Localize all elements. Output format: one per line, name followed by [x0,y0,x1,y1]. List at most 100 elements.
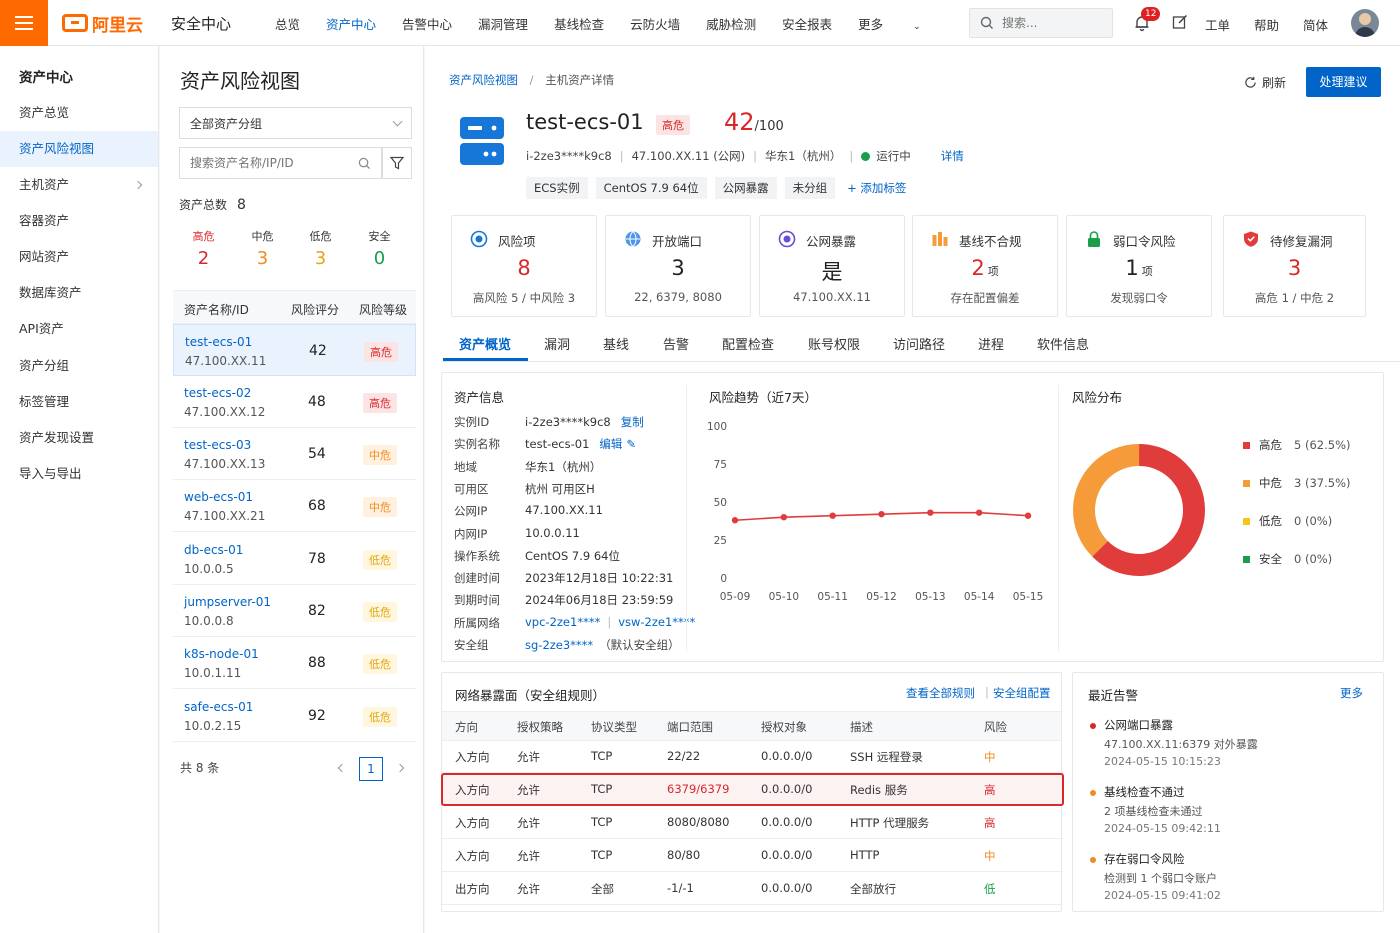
stat-card-2[interactable]: 公网暴露是 47.100.XX.11 [759,215,905,317]
nav-asset-center[interactable]: 资产中心 [326,14,376,33]
legend-item[interactable]: 中危 3 (37.5%) [1243,475,1350,491]
global-search-input[interactable] [1002,16,1097,30]
ticket-link[interactable]: 工单 [1205,15,1230,34]
tab-vulns[interactable]: 漏洞 [544,334,570,353]
asset-row-name[interactable]: safe-ecs-01 [184,700,253,714]
asset-row-name[interactable]: db-ecs-01 [184,543,243,557]
legend-item[interactable]: 安全 0 (0%) [1243,551,1332,567]
summary-high[interactable]: 高危 2 [180,228,227,269]
sidebar-item-website-assets[interactable]: 网站资产 [0,239,158,275]
legend-item[interactable]: 低危 0 (0%) [1243,513,1332,529]
copy-id-link[interactable]: 复制 [621,415,644,429]
help-link[interactable]: 帮助 [1254,15,1279,34]
detail-link[interactable]: 详情 [941,148,964,164]
asset-row-name[interactable]: test-ecs-03 [184,438,251,452]
pencil-icon[interactable]: ✎ [626,437,636,451]
sidebar-item-asset-overview[interactable]: 资产总览 [0,95,158,131]
hamburger-menu-button[interactable] [0,0,48,46]
language-switch[interactable]: 简体 [1303,15,1328,34]
table-row[interactable]: jumpserver-01 10.0.0.8 82 低危 [173,585,416,637]
table-row[interactable]: test-ecs-03 47.100.XX.13 54 中危 [173,428,416,480]
stat-card-4[interactable]: 弱口令风险 1 项发现弱口令 [1066,215,1212,317]
table-row[interactable]: test-ecs-01 47.100.XX.11 42 高危 [173,324,416,376]
tag-public[interactable]: 公网暴露 [714,177,777,199]
tag-ungrouped[interactable]: 未分组 [784,177,836,199]
aliyun-logo[interactable]: 阿里云 [62,11,143,36]
tab-processes[interactable]: 进程 [978,334,1004,353]
trend-point[interactable] [878,510,885,518]
trend-point[interactable] [975,509,983,516]
alert-title[interactable]: 存在弱口令风险 [1104,851,1185,867]
search-icon[interactable] [358,157,371,170]
tab-software[interactable]: 软件信息 [1037,334,1089,353]
asset-row-name[interactable]: k8s-node-01 [184,647,259,661]
nav-cloud-firewall[interactable]: 云防火墙 [630,14,680,33]
table-row[interactable]: 入方向 允许 TCP 6379/6379 0.0.0.0/0 Redis 服务 高 [441,773,1064,806]
tab-config-check[interactable]: 配置检查 [722,334,774,353]
asset-row-name[interactable]: jumpserver-01 [184,595,271,609]
alert-title[interactable]: 公网端口暴露 [1104,717,1173,733]
trend-point[interactable] [780,514,788,521]
filter-button[interactable] [382,147,412,179]
asset-row-name[interactable]: test-ecs-01 [185,335,252,349]
edit-note-icon[interactable] [1172,14,1188,30]
trend-point[interactable] [731,517,739,524]
trend-point[interactable] [927,509,934,516]
view-all-rules-link[interactable]: 查看全部规则 [906,685,975,701]
summary-safe[interactable]: 安全 0 [356,228,403,269]
edit-name-link[interactable]: 编辑 [599,437,622,451]
page-1-button[interactable]: 1 [359,757,383,781]
trend-point[interactable] [1024,512,1032,519]
table-row[interactable]: safe-ecs-01 10.0.2.15 92 低危 [173,690,416,742]
sidebar-item-api-assets[interactable]: API资产 [0,311,158,347]
nav-overview[interactable]: 总览 [275,14,300,33]
tab-access-path[interactable]: 访问路径 [893,334,945,353]
remediation-button[interactable]: 处理建议 [1306,67,1381,97]
asset-row-name[interactable]: web-ecs-01 [184,490,253,504]
refresh-button[interactable]: 刷新 [1244,74,1286,91]
table-row[interactable]: 入方向 允许 TCP 80/80 0.0.0.0/0 HTTP 中 [442,840,1063,872]
legend-item[interactable]: 高危 5 (62.5%) [1243,437,1350,453]
alerts-more-link[interactable]: 更多 [1340,685,1363,701]
security-group-config-link[interactable]: 安全组配置 [993,685,1051,701]
sidebar-item-import-export[interactable]: 导入与导出 [0,456,158,492]
sidebar-item-db-assets[interactable]: 数据库资产 [0,275,158,311]
tag-ecs[interactable]: ECS实例 [526,177,588,199]
table-row[interactable]: 入方向 允许 TCP 8080/8080 0.0.0.0/0 HTTP 代理服务 高 [442,807,1063,839]
nav-vuln-mgmt[interactable]: 漏洞管理 [478,14,528,33]
stat-card-5[interactable]: 待修复漏洞 3 高危 1 / 中危 2 [1223,215,1366,317]
stat-card-0[interactable]: 风险项 8 高风险 5 / 中风险 3 [451,215,597,317]
stat-card-3[interactable]: 基线不合规 2 项存在配置偏差 [912,215,1058,317]
table-row[interactable]: k8s-node-01 10.0.1.11 88 低危 [173,637,416,689]
asset-group-select[interactable]: 全部资产分组 [179,107,412,139]
list-item[interactable]: 基线检查不通过 2 项基线检查未通过 2024-05-15 09:42:11 [1073,784,1383,844]
tab-account-perms[interactable]: 账号权限 [808,334,860,353]
sidebar-item-risk-view[interactable]: 资产风险视图 [0,131,158,167]
nav-security-report[interactable]: 安全报表 [782,14,832,33]
tag-os[interactable]: CentOS 7.9 64位 [595,177,707,199]
tab-alerts[interactable]: 告警 [663,334,689,353]
table-row[interactable]: web-ecs-01 47.100.XX.21 68 中危 [173,480,416,532]
table-row[interactable]: test-ecs-02 47.100.XX.12 48 高危 [173,376,416,428]
list-item[interactable]: 公网端口暴露 47.100.XX.11:6379 对外暴露 2024-05-15 1… [1073,717,1383,777]
sidebar-item-container-assets[interactable]: 容器资产 [0,203,158,239]
summary-low[interactable]: 低危 3 [297,228,344,269]
stat-card-1[interactable]: 开放端口 3 22, 6379, 8080 [605,215,751,317]
nav-threat-detect[interactable]: 威胁检测 [706,14,756,33]
table-row[interactable]: 入方向 允许 TCP 22/22 0.0.0.0/0 SSH 远程登录 中 [442,741,1063,773]
sidebar-item-asset-groups[interactable]: 资产分组 [0,348,158,384]
nav-alert-center[interactable]: 告警中心 [402,14,452,33]
trend-point[interactable] [829,512,836,519]
table-row[interactable]: 出方向 允许 全部 -1/-1 0.0.0.0/0 全部放行 低 [442,873,1063,905]
asset-search-box[interactable] [179,147,382,179]
tab-baseline[interactable]: 基线 [603,334,629,353]
sidebar-item-tag-mgmt[interactable]: 标签管理 [0,384,158,420]
asset-row-name[interactable]: test-ecs-02 [184,386,251,400]
add-tag-button[interactable]: + 添加标签 [843,177,910,199]
user-avatar[interactable] [1351,9,1379,37]
sidebar-item-host-assets[interactable]: 主机资产 [0,167,158,203]
list-item[interactable]: 存在弱口令风险 检测到 1 个弱口令账户 2024-05-15 09:41:02 [1073,851,1383,911]
nav-baseline[interactable]: 基线检查 [554,14,604,33]
tab-overview[interactable]: 资产概览 [459,334,511,353]
table-row[interactable]: db-ecs-01 10.0.0.5 78 低危 [173,533,416,585]
